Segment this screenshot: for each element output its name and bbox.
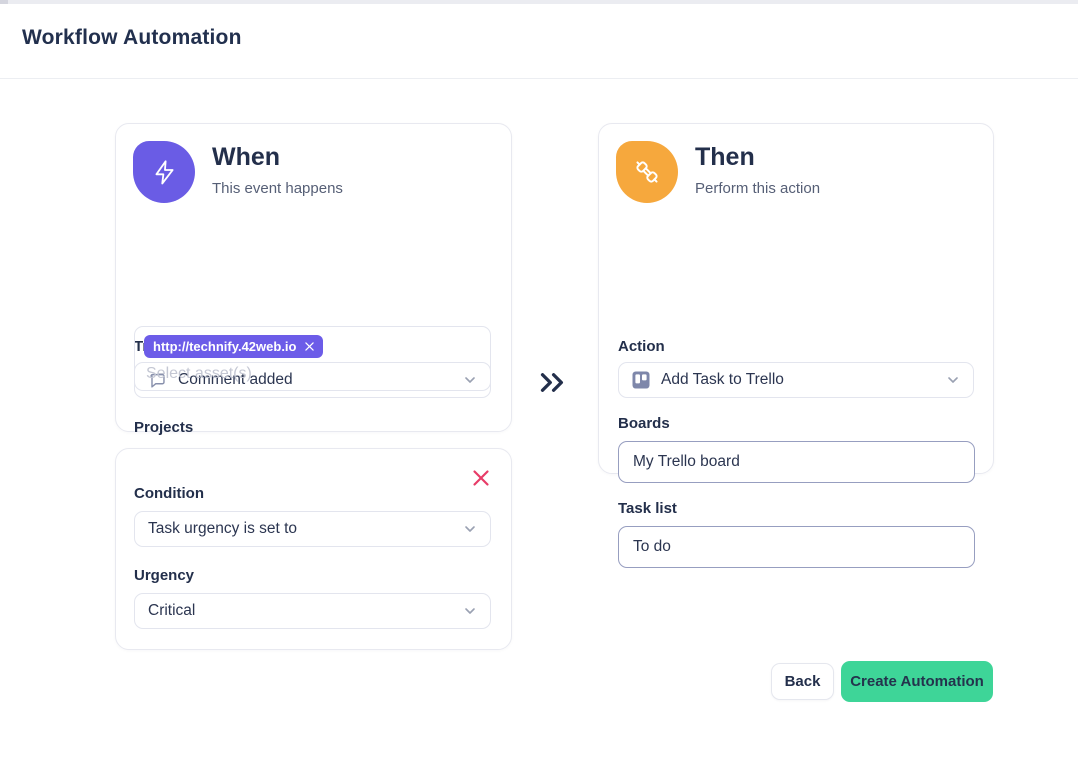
- then-card-subtitle: Perform this action: [695, 180, 820, 197]
- project-tag-label: http://technify.42web.io: [153, 340, 297, 353]
- double-chevron-right-icon: [537, 367, 568, 398]
- projects-label: Projects: [134, 419, 193, 436]
- projects-multiselect[interactable]: http://technify.42web.io Select asset(s): [134, 326, 491, 391]
- back-button[interactable]: Back: [771, 663, 834, 700]
- top-scroll-thumb[interactable]: [0, 0, 8, 4]
- tag-close-icon[interactable]: [305, 342, 314, 351]
- top-scroll-track: [0, 0, 1078, 4]
- action-label: Action: [618, 338, 665, 355]
- chevron-down-icon: [946, 373, 960, 387]
- close-icon[interactable]: [472, 469, 490, 487]
- action-select[interactable]: Add Task to Trello: [618, 362, 974, 398]
- trello-icon: [632, 371, 650, 389]
- workflow-automation-page: Workflow Automation When This event happ…: [0, 0, 1078, 776]
- task-list-input[interactable]: [618, 526, 975, 568]
- chevron-down-icon: [463, 522, 477, 536]
- condition-label: Condition: [134, 485, 204, 502]
- lightning-icon: [133, 141, 195, 203]
- urgency-select[interactable]: Critical: [134, 593, 491, 629]
- task-list-label: Task list: [618, 500, 677, 517]
- condition-card: Condition Task urgency is set to Urgency…: [115, 448, 512, 650]
- plug-connection-icon: [616, 141, 678, 203]
- condition-value: Task urgency is set to: [148, 520, 297, 538]
- projects-placeholder: Select asset(s): [144, 365, 481, 383]
- when-card-subtitle: This event happens: [212, 180, 343, 197]
- then-card-title: Then: [695, 143, 755, 172]
- create-automation-button[interactable]: Create Automation: [841, 661, 993, 702]
- urgency-label: Urgency: [134, 567, 194, 584]
- header-divider: [0, 78, 1078, 79]
- when-card: When This event happens Trigger Comment …: [115, 123, 512, 432]
- chevron-down-icon: [463, 604, 477, 618]
- condition-select[interactable]: Task urgency is set to: [134, 511, 491, 547]
- action-value: Add Task to Trello: [661, 371, 784, 389]
- when-card-title: When: [212, 143, 280, 172]
- project-tag: http://technify.42web.io: [144, 335, 323, 358]
- page-title: Workflow Automation: [22, 26, 242, 50]
- boards-input[interactable]: [618, 441, 975, 483]
- boards-label: Boards: [618, 415, 670, 432]
- then-card: Then Perform this action Action Add Task…: [598, 123, 994, 474]
- urgency-value: Critical: [148, 602, 195, 620]
